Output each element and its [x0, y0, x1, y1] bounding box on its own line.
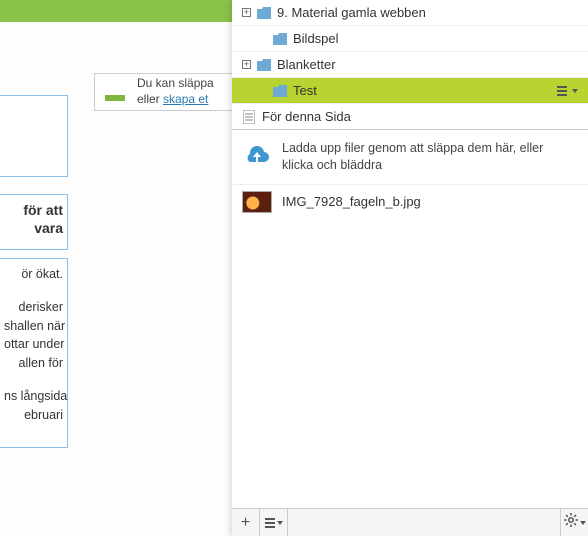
- body-line: ebruari: [4, 406, 63, 425]
- cloud-upload-icon: [244, 146, 270, 168]
- folder-icon: [273, 85, 287, 97]
- chevron-down-icon: [572, 89, 578, 93]
- body-line: ottar under: [4, 335, 63, 354]
- folder-label: Blanketter: [277, 57, 588, 72]
- download-icon: [103, 81, 127, 103]
- body-line: allen för: [4, 354, 63, 373]
- body-line: ör ökat.: [4, 265, 63, 284]
- left-fragment-body: ör ökat. derisker shallen när ottar unde…: [0, 258, 68, 448]
- sort-button[interactable]: [260, 509, 288, 536]
- folder-label: Test: [293, 83, 551, 98]
- body-line: derisker: [4, 298, 63, 317]
- dropzone-text: Du kan släppa eller skapa et: [137, 76, 214, 107]
- page-icon: [242, 110, 256, 124]
- folder-row-material[interactable]: + 9. Material gamla webben: [232, 0, 588, 26]
- body-line: shallen när: [4, 317, 63, 336]
- folder-icon: [273, 33, 287, 45]
- file-thumbnail: [242, 191, 272, 213]
- folder-label: 9. Material gamla webben: [277, 5, 588, 20]
- bottom-toolbar: +: [232, 508, 588, 536]
- page-label: För denna Sida: [262, 109, 588, 124]
- folder-label: Bildspel: [293, 31, 588, 46]
- expand-icon[interactable]: +: [242, 8, 251, 17]
- expand-placeholder: [258, 86, 267, 95]
- add-button[interactable]: +: [232, 509, 260, 536]
- gear-icon: [564, 513, 578, 532]
- folder-row-bildspel[interactable]: Bildspel: [232, 26, 588, 52]
- left-fragment-heading: för att vara: [0, 194, 68, 250]
- upload-hint-text: Ladda upp filer genom att släppa dem här…: [282, 140, 576, 174]
- settings-button[interactable]: [560, 509, 588, 536]
- panel-spacer: [232, 219, 588, 508]
- left-heading-line2: vara: [34, 220, 63, 236]
- chevron-down-icon: [277, 521, 283, 525]
- expand-icon[interactable]: +: [242, 60, 251, 69]
- file-item[interactable]: IMG_7928_fageln_b.jpg: [232, 185, 588, 219]
- dropzone-create-link[interactable]: skapa et: [163, 92, 208, 106]
- folder-row-test[interactable]: Test: [232, 78, 588, 104]
- left-fragment-empty: [0, 95, 68, 177]
- plus-icon: +: [241, 514, 250, 532]
- page-row-for-this-page[interactable]: För denna Sida: [232, 104, 588, 130]
- row-menu-button[interactable]: [557, 86, 578, 96]
- body-line: ns långsida: [4, 387, 63, 406]
- folder-icon: [257, 7, 271, 19]
- chevron-down-icon: [580, 521, 586, 525]
- left-heading-line1: för att: [23, 202, 63, 218]
- file-name: IMG_7928_fageln_b.jpg: [282, 194, 421, 209]
- list-icon: [557, 86, 567, 96]
- top-bar: [0, 0, 232, 22]
- dropzone-line2-prefix: eller: [137, 92, 163, 106]
- upload-dropzone[interactable]: Ladda upp filer genom att släppa dem här…: [232, 130, 588, 185]
- toolbar-spacer: [288, 509, 560, 536]
- folder-tree: + 9. Material gamla webben Bildspel + Bl…: [232, 0, 588, 130]
- file-panel: + 9. Material gamla webben Bildspel + Bl…: [232, 0, 588, 536]
- expand-placeholder: [258, 34, 267, 43]
- list-icon: [265, 518, 275, 528]
- folder-row-blanketter[interactable]: + Blanketter: [232, 52, 588, 78]
- folder-icon: [257, 59, 271, 71]
- dropzone-line1: Du kan släppa: [137, 76, 214, 90]
